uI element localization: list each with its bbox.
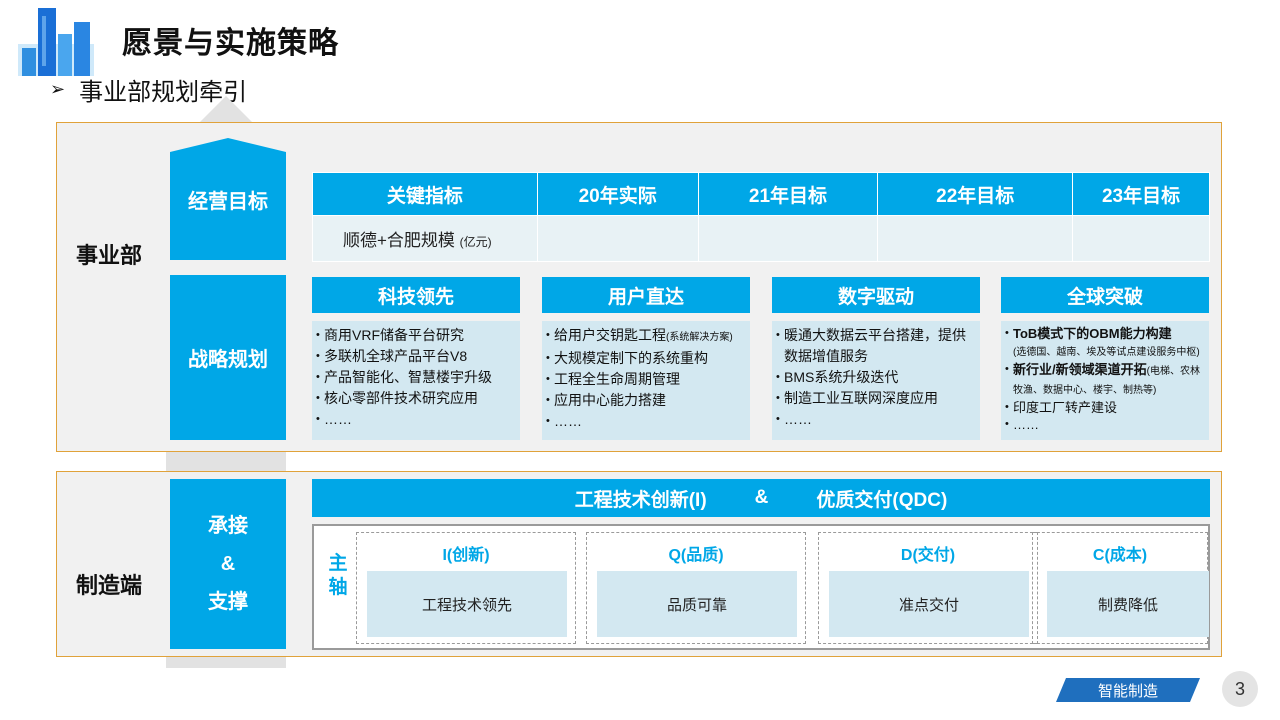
pillar-delivery: D(交付) 准点交付 [818,532,1038,644]
list-item-note: (系统解决方案) [666,332,733,343]
division-label: 事业部 [76,243,143,268]
support-line: & [220,553,236,575]
list-item: ToB模式下的OBM能力构建 (选德国、越南、埃及等试点建设服务中枢) [1005,325,1203,361]
list-item: 暖通大数据云平台搭建，提供数据增值服务 [776,325,974,367]
kpi-header-cell: 21年目标 [697,172,879,216]
pillar-cost: C(成本) 制费降低 [1032,532,1209,644]
pillar-title: I(创新) [442,547,490,564]
footer-tag: 智能制造 [1056,678,1200,702]
strategy-title: 用户直达 [542,277,750,313]
pillar-body: 品质可靠 [597,571,797,637]
kpi-row-label: 顺德+合肥规模 (亿元) [312,215,538,262]
kpi-row-label-text: 顺德+合肥规模 [343,231,455,250]
list-item: 印度工厂转产建设 [1005,399,1203,416]
pillar-title: D(交付) [900,547,956,564]
kpi-header-cell: 20年实际 [536,172,699,216]
pillar-title: Q(品质) [668,547,724,564]
kpi-header-cell: 关键指标 [312,172,538,216]
banner-amp: & [754,487,769,508]
pillar-body: 制费降低 [1047,571,1209,637]
banner-right: 优质交付(QDC) [816,489,948,511]
building-skyline-logo-icon [18,8,94,76]
list-item: 工程全生命周期管理 [546,369,744,390]
strategy-title: 数字驱动 [772,277,980,313]
table-row: 顺德+合肥规模 (亿元) [312,215,1210,262]
pillar-body: 准点交付 [829,571,1029,637]
list-item: 多联机全球产品平台V8 [316,346,514,367]
strategy-column-global: 全球突破 ToB模式下的OBM能力构建 (选德国、越南、埃及等试点建设服务中枢) … [1001,277,1209,440]
list-item: 制造工业互联网深度应用 [776,388,974,409]
strategy-column-user: 用户直达 给用户交钥匙工程(系统解决方案) 大规模定制下的系统重构 工程全生命周… [542,277,750,440]
list-item: 新行业/新领域渠道开拓(电梯、农林牧渔、数据中心、楼宇、制热等) [1005,361,1203,399]
strategy-title: 科技领先 [312,277,520,313]
list-item: …… [776,409,974,430]
kpi-cell [1072,215,1210,262]
kpi-table: 关键指标 20年实际 21年目标 22年目标 23年目标 顺德+合肥规模 (亿元… [312,172,1210,262]
kpi-cell [877,215,1074,262]
kpi-header-cell: 23年目标 [1072,172,1210,216]
strategy-column-digital: 数字驱动 暖通大数据云平台搭建，提供数据增值服务 BMS系统升级迭代 制造工业互… [772,277,980,440]
manufacturing-label: 制造端 [76,573,143,598]
kpi-header-row: 关键指标 20年实际 21年目标 22年目标 23年目标 [312,172,1210,216]
list-item: 核心零部件技术研究应用 [316,388,514,409]
pillar-innovation: I(创新) 工程技术领先 [356,532,576,644]
support-line: 支撑 [208,591,248,613]
axis-char: 轴 [328,577,348,598]
pillar-title: C(成本) [1092,547,1148,564]
main-axis-label: 主 轴 [322,552,354,600]
strategy-list: 商用VRF储备平台研究 多联机全球产品平台V8 产品智能化、智慧楼宇升级 核心零… [312,321,520,440]
list-item: …… [546,411,744,432]
page-title: 愿景与实施策略 [122,27,339,60]
strategy-title: 全球突破 [1001,277,1209,313]
strategy-list: 暖通大数据云平台搭建，提供数据增值服务 BMS系统升级迭代 制造工业互联网深度应… [772,321,980,440]
pillar-quality: Q(品质) 品质可靠 [586,532,806,644]
kpi-cell [536,215,699,262]
kpi-cell [697,215,879,262]
business-goal-box: 经营目标 [170,138,286,260]
kpi-row-unit: (亿元) [459,235,492,249]
list-item: 大规模定制下的系统重构 [546,348,744,369]
list-item: 应用中心能力搭建 [546,390,744,411]
arrow-bullet-icon: ➢ [50,79,66,99]
list-item-text: 给用户交钥匙工程 [554,327,666,343]
list-item: …… [1005,416,1203,433]
list-item-text: 新行业/新领域渠道开拓 [1013,362,1147,377]
strategy-column-tech: 科技领先 商用VRF储备平台研究 多联机全球产品平台V8 产品智能化、智慧楼宇升… [312,277,520,440]
list-item: 商用VRF储备平台研究 [316,325,514,346]
list-item: BMS系统升级迭代 [776,367,974,388]
banner-left: 工程技术创新(I) [574,489,707,511]
strategy-plan-box: 战略规划 [170,275,286,440]
pillar-body: 工程技术领先 [367,571,567,637]
support-box: 承接 & 支撑 [170,479,286,649]
list-item: 给用户交钥匙工程(系统解决方案) [546,325,744,348]
strategy-list: ToB模式下的OBM能力构建 (选德国、越南、埃及等试点建设服务中枢) 新行业/新… [1001,321,1209,440]
page-number: 3 [1222,671,1258,707]
manufacturing-banner: 工程技术创新(I) & 优质交付(QDC) [312,479,1210,517]
kpi-header-cell: 22年目标 [877,172,1074,216]
axis-char: 主 [328,553,348,574]
strategy-list: 给用户交钥匙工程(系统解决方案) 大规模定制下的系统重构 工程全生命周期管理 应… [542,321,750,440]
support-line: 承接 [208,515,248,537]
list-item-text: ToB模式下的OBM能力构建 [1013,326,1172,341]
list-item-note: (选德国、越南、埃及等试点建设服务中枢) [1013,347,1200,358]
list-item: …… [316,409,514,430]
list-item: 产品智能化、智慧楼宇升级 [316,367,514,388]
